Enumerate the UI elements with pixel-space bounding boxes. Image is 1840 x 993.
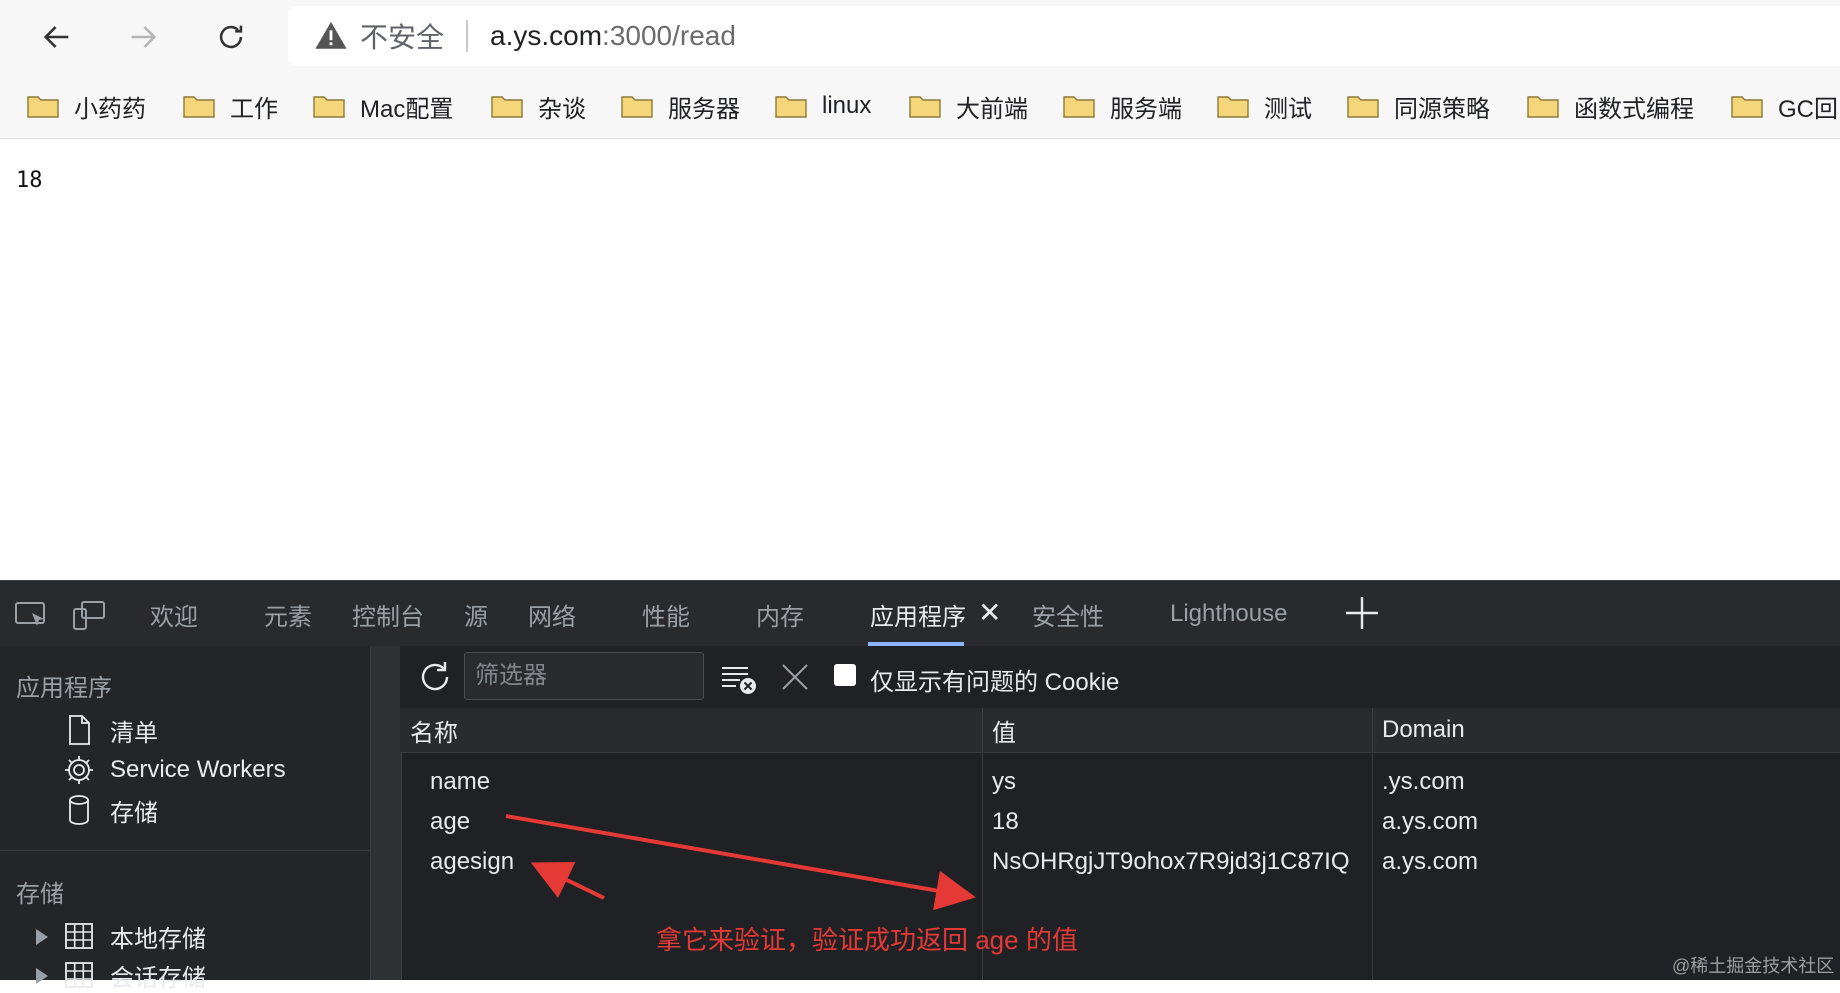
- tab-elements[interactable]: 元素: [264, 581, 312, 647]
- page-content: 18: [16, 168, 43, 193]
- tab-lighthouse[interactable]: Lighthouse: [1170, 581, 1287, 647]
- bookmark-folder[interactable]: GC回: [1730, 86, 1838, 126]
- inspect-element-icon[interactable]: [14, 599, 50, 631]
- expand-arrow-icon[interactable]: [36, 929, 48, 945]
- back-button[interactable]: [34, 14, 80, 60]
- tab-performance[interactable]: 性能: [642, 581, 690, 647]
- bookmark-folder[interactable]: 服务端: [1062, 86, 1182, 126]
- sidebar-item-service-workers[interactable]: Service Workers: [62, 752, 286, 788]
- url-host: a.ys.com: [490, 20, 603, 51]
- folder-icon: [313, 96, 345, 118]
- folder-icon: [1347, 96, 1379, 118]
- forward-button[interactable]: [120, 14, 166, 60]
- column-divider[interactable]: [1372, 708, 1373, 980]
- cookie-value-cell[interactable]: 18: [992, 802, 1019, 842]
- bookmark-folder[interactable]: Mac配置: [312, 86, 453, 126]
- sidebar-item-manifest[interactable]: 清单: [62, 712, 158, 748]
- only-issues-label: 仅显示有问题的 Cookie: [870, 669, 1120, 696]
- warning-icon: [315, 21, 347, 49]
- bookmark-folder[interactable]: 函数式编程: [1526, 86, 1694, 126]
- folder-icon: [909, 96, 941, 118]
- database-icon: [69, 795, 89, 825]
- folder-icon: [1217, 96, 1249, 118]
- arrow-left-icon: [43, 26, 69, 48]
- address-bar[interactable]: 不安全 a.ys.com:3000/read: [288, 6, 1840, 66]
- gear-icon: [65, 756, 93, 784]
- sidebar-item-session-storage[interactable]: 会话存储: [62, 957, 206, 993]
- folder-icon: [491, 96, 523, 118]
- delete-selected-icon[interactable]: [778, 660, 812, 694]
- sidebar-section-application: 应用程序: [16, 675, 112, 702]
- cookie-name-cell[interactable]: age: [430, 802, 470, 842]
- bookmark-folder[interactable]: 测试: [1216, 86, 1312, 126]
- cookie-domain-cell[interactable]: a.ys.com: [1382, 802, 1478, 842]
- annotation-text: 拿它来验证，验证成功返回 age 的值: [656, 925, 1078, 955]
- devtools-tab-bar: 欢迎 元素 控制台 源 网络 性能 内存 应用程序 ✕ 安全性 Lighthou…: [0, 580, 1840, 647]
- folder-icon: [1731, 96, 1763, 118]
- folder-icon: [1527, 96, 1559, 118]
- bookmarks-bar: 小药药 工作 Mac配置 杂谈 服务器 linux 大前端 服务端 测试 同源策…: [0, 72, 1840, 139]
- watermark: @稀土掘金技术社区: [1672, 956, 1835, 976]
- application-sidebar: 应用程序 清单 Service Workers 存储 存储 本地存储 会话存储: [0, 646, 370, 992]
- add-tab-icon[interactable]: [1342, 591, 1382, 635]
- sidebar-resize-handle[interactable]: [370, 646, 402, 980]
- cookies-toolbar: 仅显示有问题的 Cookie: [400, 646, 1840, 709]
- folder-icon: [183, 96, 215, 118]
- column-header-name[interactable]: 名称: [400, 708, 982, 752]
- bookmark-folder[interactable]: 大前端: [908, 86, 1028, 126]
- sidebar-divider: [0, 850, 370, 851]
- security-label: 不安全: [360, 22, 445, 53]
- bookmark-folder[interactable]: 同源策略: [1346, 86, 1490, 126]
- clear-all-icon[interactable]: [720, 660, 758, 696]
- url-path: :3000/read: [602, 20, 736, 51]
- cookie-value-cell[interactable]: ys: [992, 762, 1016, 802]
- sidebar-item-storage-overview[interactable]: 存储: [62, 792, 158, 828]
- document-icon: [69, 715, 90, 745]
- tab-network[interactable]: 网络: [528, 581, 576, 647]
- column-header-domain[interactable]: Domain: [1372, 708, 1840, 752]
- grid-icon: [65, 923, 93, 949]
- expand-arrow-icon[interactable]: [36, 968, 48, 984]
- cookie-name-cell[interactable]: name: [430, 762, 490, 802]
- sidebar-item-local-storage[interactable]: 本地存储: [62, 918, 206, 954]
- arrow-right-icon: [131, 26, 157, 48]
- filter-input[interactable]: [464, 652, 704, 700]
- reload-button[interactable]: [208, 14, 254, 60]
- url-separator: [466, 20, 469, 52]
- tab-welcome[interactable]: 欢迎: [150, 581, 198, 647]
- sidebar-section-storage: 存储: [16, 881, 64, 908]
- cookie-name-cell[interactable]: agesign: [430, 842, 514, 882]
- tab-application[interactable]: 应用程序: [870, 581, 966, 647]
- browser-nav-bar: 不安全 a.ys.com:3000/read: [0, 0, 1840, 72]
- bookmark-folder[interactable]: 服务器: [620, 86, 740, 126]
- tab-security[interactable]: 安全性: [1032, 581, 1104, 647]
- reload-icon: [219, 25, 243, 49]
- tab-memory[interactable]: 内存: [756, 581, 804, 647]
- bookmark-folder[interactable]: 小药药: [26, 86, 146, 126]
- folder-icon: [775, 96, 807, 118]
- cookies-table: 名称 值 Domain name ys .ys.com age 18 a.ys.…: [400, 708, 1840, 980]
- close-tab-icon[interactable]: ✕: [978, 597, 1008, 629]
- cookie-value-cell[interactable]: NsOHRgjJT9ohox7R9jd3j1C87IQ: [992, 842, 1350, 882]
- folder-icon: [1063, 96, 1095, 118]
- bookmark-folder[interactable]: 工作: [182, 86, 278, 126]
- device-emulation-icon[interactable]: [70, 599, 106, 631]
- cookie-domain-cell[interactable]: a.ys.com: [1382, 842, 1478, 882]
- folder-icon: [27, 96, 59, 118]
- folder-icon: [621, 96, 653, 118]
- grid-icon: [65, 962, 93, 988]
- refresh-icon[interactable]: [416, 658, 454, 696]
- only-issues-checkbox[interactable]: [834, 664, 856, 686]
- bookmark-folder[interactable]: 杂谈: [490, 86, 586, 126]
- cookie-domain-cell[interactable]: .ys.com: [1382, 762, 1465, 802]
- tab-console[interactable]: 控制台: [352, 581, 424, 647]
- tab-sources[interactable]: 源: [464, 581, 488, 647]
- column-header-value[interactable]: 值: [982, 708, 1372, 752]
- bookmark-folder[interactable]: linux: [774, 86, 871, 126]
